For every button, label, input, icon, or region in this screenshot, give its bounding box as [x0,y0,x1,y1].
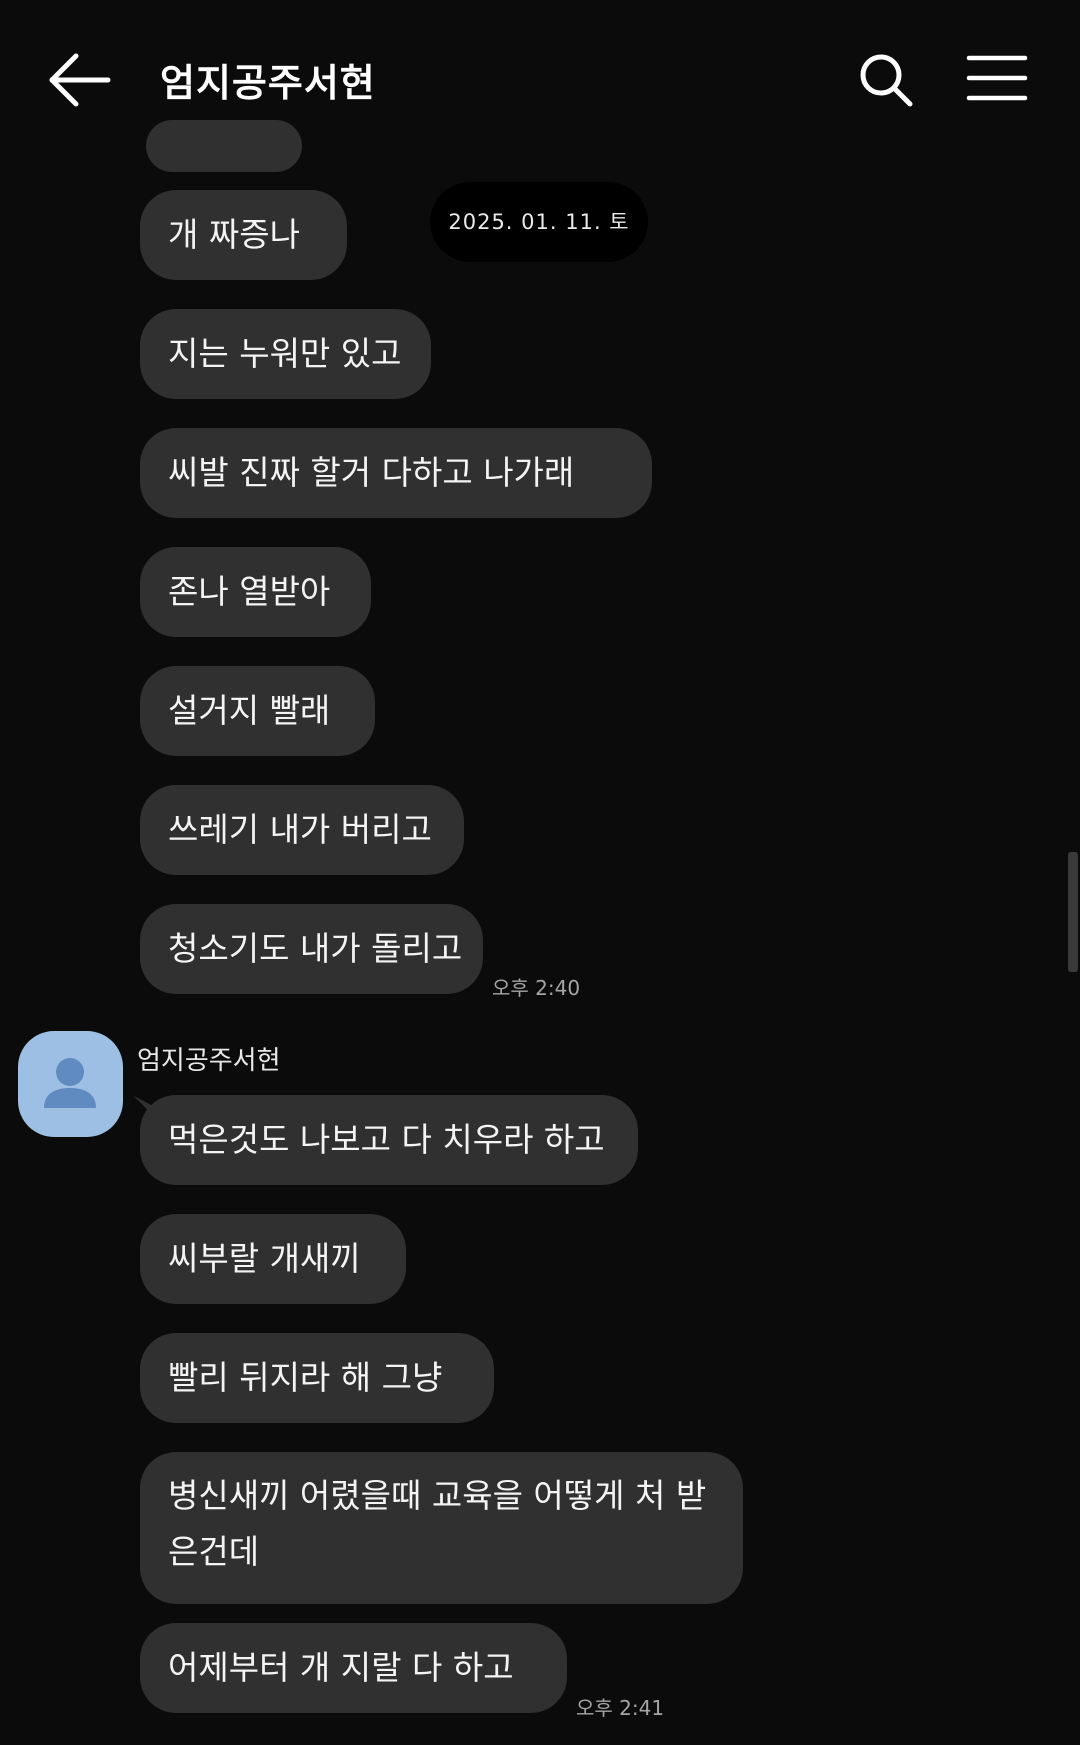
search-icon[interactable] [856,50,916,110]
sender-name: 엄지공주서현 [137,1046,281,1076]
message-bubble[interactable]: 씨부랄 개새끼 [140,1214,406,1304]
avatar-person-icon [44,1058,96,1108]
message-bubble[interactable]: 지는 누워만 있고 [140,309,431,399]
message-bubble[interactable]: 씨발 진짜 할거 다하고 나가래 [140,428,652,518]
message-bubble[interactable]: 존나 열받아 [140,547,371,637]
message-bubble[interactable]: 쓰레기 내가 버리고 [140,785,464,875]
message-time: 오후 2:41 [576,1696,665,1720]
chat-title: 엄지공주서현 [160,61,376,105]
partial-message-bubble [146,120,302,172]
message-time: 오후 2:40 [492,976,581,1000]
sender-avatar[interactable] [18,1031,123,1137]
back-arrow-icon[interactable] [44,48,116,112]
message-bubble[interactable]: 먹은것도 나보고 다 치우라 하고 [140,1095,638,1185]
message-bubble[interactable]: 병신새끼 어렸을때 교육을 어떻게 처 받은건데 [140,1452,743,1604]
message-bubble[interactable]: 설거지 빨래 [140,666,375,756]
menu-icon[interactable] [966,52,1028,104]
message-bubble[interactable]: 개 짜증나 [140,190,347,280]
message-bubble[interactable]: 어제부터 개 지랄 다 하고 [140,1623,567,1713]
message-bubble[interactable]: 빨리 뒤지라 해 그냥 [140,1333,494,1423]
message-bubble[interactable]: 청소기도 내가 돌리고 [140,904,483,994]
date-separator: 2025. 01. 11. 토 [430,182,648,262]
scrollbar[interactable] [1068,852,1078,972]
